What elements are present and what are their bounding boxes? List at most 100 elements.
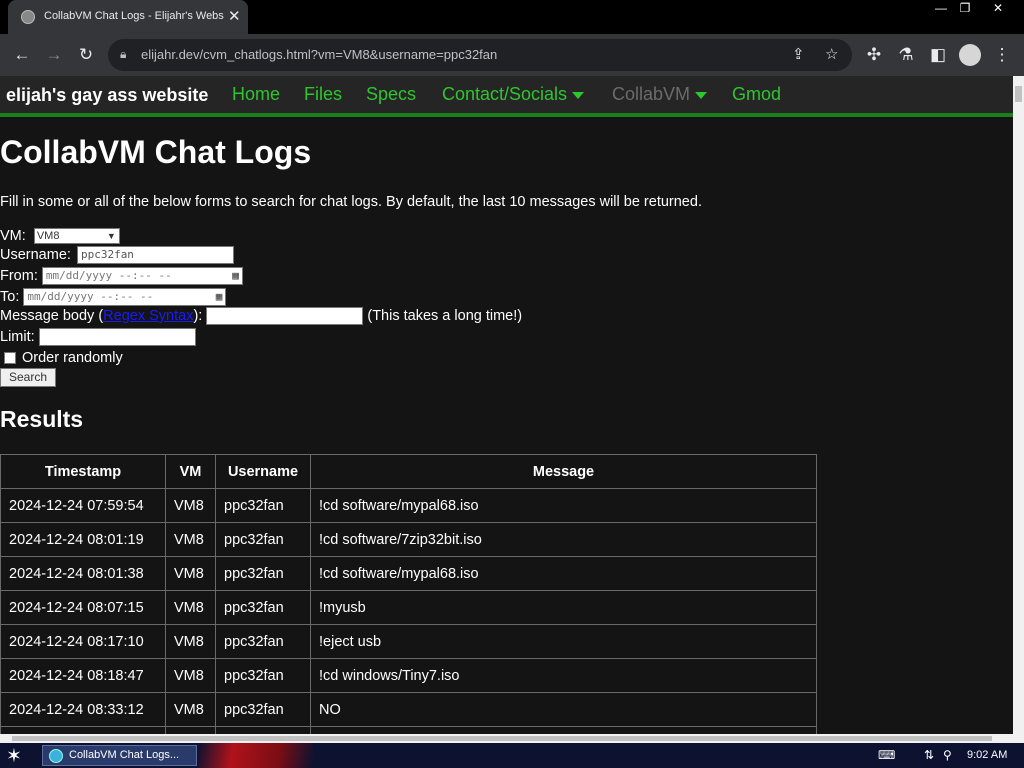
cell-timestamp: 2024-12-24 08:18:47 xyxy=(0,658,166,693)
address-bar[interactable]: 🔒︎ elijahr.dev/cvm_chatlogs.html?vm=VM8&… xyxy=(108,39,852,71)
minimize-button[interactable]: — xyxy=(928,0,954,18)
from-row: From: mm/dd/yyyy --:-- -- ▦ xyxy=(0,267,243,287)
cell-vm: VM8 xyxy=(165,522,216,557)
horizontal-scrollbar[interactable] xyxy=(0,734,1024,743)
message-body-input[interactable] xyxy=(206,307,364,325)
table-row xyxy=(0,726,817,734)
browser-window: CollabVM Chat Logs - Elijahr's Webs ✕ — … xyxy=(0,0,1024,768)
page-content: elijah's gay ass website Home Files Spec… xyxy=(0,76,1013,734)
message-label-close: ): xyxy=(193,307,203,324)
cell-timestamp: 2024-12-24 07:59:54 xyxy=(0,488,166,523)
taskbar: ✶ CollabVM Chat Logs... ⌨ ⇅ ⚲ 9:02 AM xyxy=(0,743,1024,768)
username-label: Username: xyxy=(0,246,71,263)
from-label: From: xyxy=(0,267,38,284)
calendar-icon[interactable]: ▦ xyxy=(232,268,239,284)
vm-select[interactable]: VM8 ▼ xyxy=(33,228,120,245)
vertical-scrollbar-thumb[interactable] xyxy=(1015,86,1022,102)
vertical-scrollbar[interactable] xyxy=(1013,76,1024,734)
table-row: 2024-12-24 08:18:47 VM8 ppc32fan !cd window… xyxy=(0,658,817,693)
nav-collabvm[interactable]: CollabVM xyxy=(612,84,708,105)
username-row: Username: ppc32fan xyxy=(0,246,234,266)
cell-username: ppc32fan xyxy=(215,522,311,557)
share-icon[interactable]: ⇪ xyxy=(792,45,805,63)
from-placeholder: mm/dd/yyyy --:-- -- xyxy=(45,269,172,282)
browser-toolbar: ← → ↻ 🔒︎ elijahr.dev/cvm_chatlogs.html?v… xyxy=(0,34,1024,76)
horizontal-scrollbar-thumb[interactable] xyxy=(12,736,992,741)
reload-icon[interactable]: ↻ xyxy=(73,42,99,68)
message-label: Message body ( xyxy=(0,307,104,324)
bookmark-star-icon[interactable]: ☆ xyxy=(825,45,838,63)
column-header: VM xyxy=(165,454,216,489)
restore-button[interactable]: ❐ xyxy=(952,0,978,18)
profile-avatar-icon[interactable] xyxy=(959,44,981,66)
search-button[interactable]: Search xyxy=(0,368,56,387)
search-icon[interactable]: ⚲ xyxy=(943,748,952,762)
table-row: 2024-12-24 08:17:10 VM8 ppc32fan !eject usb xyxy=(0,624,817,659)
cell-message: !cd software/7zip32bit.iso xyxy=(310,522,817,557)
cell-username: ppc32fan xyxy=(215,556,311,591)
nav-contact-socials[interactable]: Contact/Socials xyxy=(442,84,585,105)
taskbar-clock: 9:02 AM xyxy=(967,749,1008,761)
to-datetime-input[interactable]: mm/dd/yyyy --:-- -- ▦ xyxy=(23,288,227,306)
side-panel-icon[interactable]: ◧ xyxy=(925,42,951,68)
username-input[interactable]: ppc32fan xyxy=(76,246,234,264)
order-randomly-label: Order randomly xyxy=(22,350,123,366)
table-row: 2024-12-24 08:01:19 VM8 ppc32fan !cd softwa… xyxy=(0,522,817,557)
column-header: Username xyxy=(215,454,311,489)
cell-username: ppc32fan xyxy=(215,488,311,523)
url-text[interactable]: elijahr.dev/cvm_chatlogs.html?vm=VM8&use… xyxy=(141,47,497,62)
back-arrow-icon[interactable]: ← xyxy=(9,42,35,68)
column-header: Timestamp xyxy=(0,454,166,489)
from-datetime-input[interactable]: mm/dd/yyyy --:-- -- ▦ xyxy=(41,267,243,285)
cell-vm: VM8 xyxy=(165,590,216,625)
results-table: Timestamp VM Username Message 2024-12-24… xyxy=(0,454,817,734)
cell-username: ppc32fan xyxy=(215,624,311,659)
cell-timestamp: 2024-12-24 08:01:38 xyxy=(0,556,166,591)
cell-vm: VM8 xyxy=(165,658,216,693)
cell-message: !cd software/mypal68.iso xyxy=(310,488,817,523)
lab-flask-icon[interactable]: ⚗ xyxy=(893,42,919,68)
nav-gmod[interactable]: Gmod xyxy=(732,84,781,105)
table-row: 2024-12-24 08:01:38 VM8 ppc32fan !cd softwa… xyxy=(0,556,817,591)
caret-down-icon xyxy=(572,91,585,99)
cell-vm: VM8 xyxy=(165,488,216,523)
site-navbar: elijah's gay ass website Home Files Spec… xyxy=(0,76,1013,117)
order-randomly-checkbox[interactable] xyxy=(4,352,16,365)
cell-username: ppc32fan xyxy=(215,590,311,625)
random-row: Order randomly xyxy=(0,350,123,370)
network-icon[interactable]: ⇅ xyxy=(924,748,934,762)
nav-home[interactable]: Home xyxy=(232,84,280,105)
nav-files[interactable]: Files xyxy=(304,84,342,105)
calendar-icon[interactable]: ▦ xyxy=(216,289,223,305)
nav-specs[interactable]: Specs xyxy=(366,84,416,105)
vm-select-value: VM8 xyxy=(36,230,60,243)
taskbar-task-button[interactable]: CollabVM Chat Logs... xyxy=(42,745,197,766)
table-row: 2024-12-24 08:33:12 VM8 ppc32fan NO xyxy=(0,692,817,727)
site-brand[interactable]: elijah's gay ass website xyxy=(6,85,208,106)
chevron-down-icon: ▼ xyxy=(106,231,116,242)
keyboard-icon[interactable]: ⌨ xyxy=(878,748,895,762)
tab-strip: CollabVM Chat Logs - Elijahr's Webs ✕ — … xyxy=(0,0,1024,34)
extensions-icon[interactable]: ✣ xyxy=(861,42,887,68)
tab-close-icon[interactable]: ✕ xyxy=(228,7,241,25)
nav-contact-socials-label: Contact/Socials xyxy=(442,84,568,104)
intro-text: Fill in some or all of the below forms t… xyxy=(0,194,702,210)
cell-message: !myusb xyxy=(310,590,817,625)
cell-username xyxy=(215,726,311,734)
menu-kebab-icon[interactable]: ⋮ xyxy=(989,42,1015,68)
limit-row: Limit: xyxy=(0,328,196,348)
to-placeholder: mm/dd/yyyy --:-- -- xyxy=(27,290,154,303)
cell-username: ppc32fan xyxy=(215,658,311,693)
regex-syntax-link[interactable]: Regex Syntax xyxy=(103,308,193,324)
start-star-icon[interactable]: ✶ xyxy=(6,745,22,768)
to-label: To: xyxy=(0,288,20,305)
forward-arrow-icon[interactable]: → xyxy=(41,42,67,68)
table-row: 2024-12-24 08:07:15 VM8 ppc32fan !myusb xyxy=(0,590,817,625)
browser-tab[interactable]: CollabVM Chat Logs - Elijahr's Webs ✕ xyxy=(8,0,248,34)
taskbar-decoration xyxy=(198,743,313,768)
window-close-button[interactable]: ✕ xyxy=(985,0,1011,18)
limit-input[interactable] xyxy=(38,328,196,346)
globe-icon xyxy=(21,10,35,24)
cell-vm: VM8 xyxy=(165,692,216,727)
lock-icon: 🔒︎ xyxy=(120,47,127,61)
